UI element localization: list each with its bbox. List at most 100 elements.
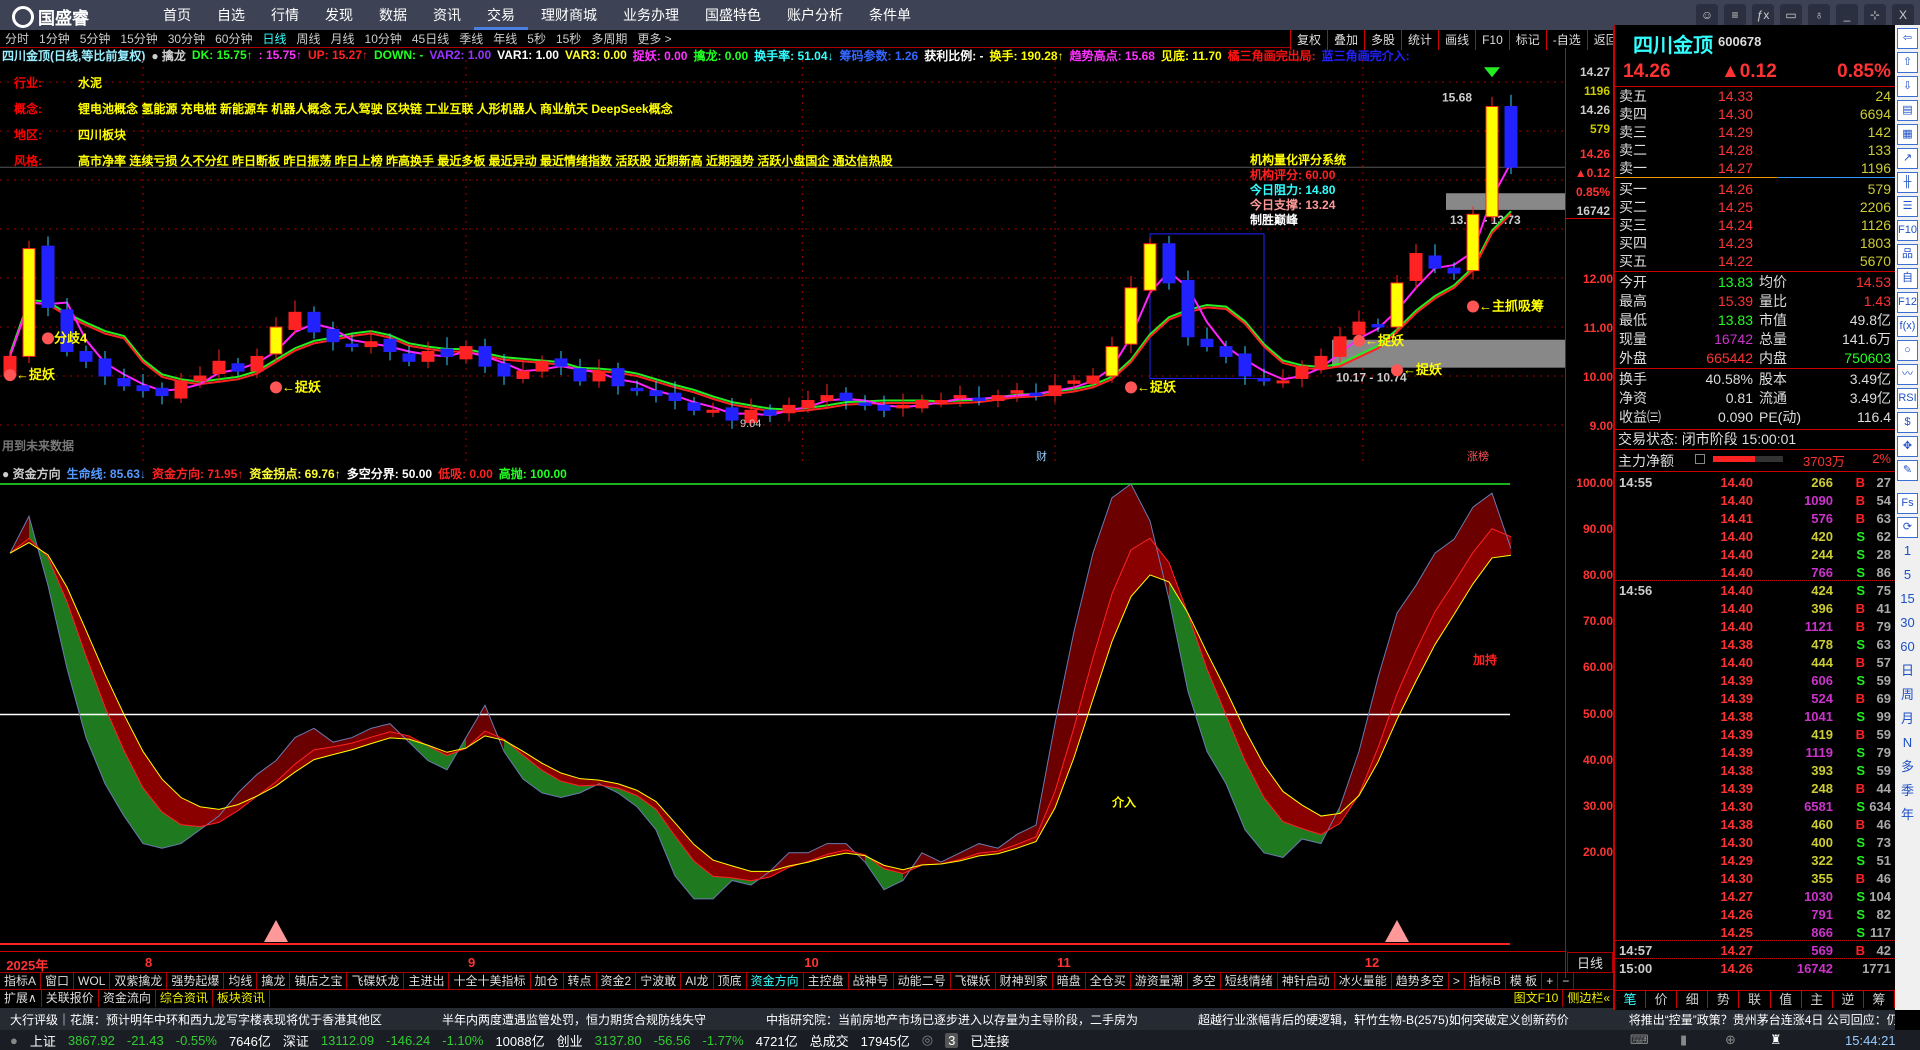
indicator-tab[interactable]: WOL: [74, 973, 111, 989]
nav-item[interactable]: 首页: [150, 0, 204, 30]
sh-label[interactable]: 上证: [30, 1031, 56, 1050]
sidebar-period-button[interactable]: 周: [1897, 685, 1918, 706]
extension-tab[interactable]: 综合资讯: [156, 990, 213, 1007]
ask-row[interactable]: 卖二 14.28 133: [1617, 141, 1893, 159]
nav-item[interactable]: 自选: [204, 0, 258, 30]
indicator-tab[interactable]: 财神到家: [996, 973, 1053, 989]
list-icon[interactable]: [1695, 454, 1705, 464]
indicator-tab[interactable]: 擒龙: [257, 973, 291, 989]
indicator-tab[interactable]: +: [1542, 973, 1559, 989]
extension-tab[interactable]: 关联报价: [42, 990, 99, 1007]
indicator-tab[interactable]: 均线: [224, 973, 258, 989]
chart-icon[interactable]: ▮: [1680, 1032, 1687, 1048]
nav-item[interactable]: 业务办理: [610, 0, 692, 30]
period-tab[interactable]: 45日线: [407, 30, 454, 47]
indicator-tab[interactable]: 指标B: [1465, 973, 1506, 989]
extension-tab[interactable]: 图文F10: [1510, 990, 1564, 1007]
indicator-tab[interactable]: −: [1558, 973, 1575, 989]
sidebar-period-button[interactable]: 年: [1897, 805, 1918, 826]
robot-icon[interactable]: ♜: [1770, 1032, 1782, 1048]
connection-status[interactable]: 已连接: [970, 1031, 1009, 1050]
bid-row[interactable]: 买三 14.24 1126: [1617, 216, 1893, 234]
period-tab[interactable]: 日线: [257, 30, 291, 47]
keyboard-icon[interactable]: ⌨: [1630, 1032, 1649, 1048]
indicator-tab[interactable]: 资金2: [597, 973, 637, 989]
indicator-tab[interactable]: 加仓: [531, 973, 564, 989]
sidebar-period-button[interactable]: Fs: [1897, 493, 1918, 514]
indicator-tab[interactable]: 动能二号: [894, 973, 951, 989]
indicator-tab[interactable]: 强势起爆: [167, 973, 225, 989]
sidebar-tool-icon[interactable]: ✎: [1897, 460, 1918, 481]
indicator-tab[interactable]: 趋势多空: [1392, 973, 1449, 989]
bid-row[interactable]: 买四 14.23 1803: [1617, 234, 1893, 252]
nav-item[interactable]: 数据: [366, 0, 420, 30]
sidebar-period-button[interactable]: 日: [1897, 661, 1918, 682]
sidebar-tool-icon[interactable]: 自: [1897, 268, 1918, 289]
period-tab[interactable]: 1分钟: [34, 30, 75, 47]
ask-row[interactable]: 卖一 14.27 1196: [1617, 159, 1893, 177]
indicator-tab[interactable]: 十全十美指标: [449, 973, 531, 989]
tick-tab[interactable]: 势: [1708, 991, 1740, 1008]
indicator-tab[interactable]: 顶底: [714, 973, 747, 989]
sidebar-tool-icon[interactable]: ○: [1897, 340, 1918, 361]
indicator-tab[interactable]: 暗盘: [1053, 973, 1086, 989]
nav-item[interactable]: 行情: [258, 0, 312, 30]
bid-row[interactable]: 买一 14.26 579: [1617, 180, 1893, 198]
sidebar-period-button[interactable]: 15: [1897, 589, 1918, 610]
tick-tab[interactable]: 主: [1802, 991, 1833, 1008]
sidebar-tool-icon[interactable]: ▦: [1897, 124, 1918, 145]
sidebar-tool-icon[interactable]: ╫: [1897, 172, 1918, 193]
period-tab[interactable]: 月线: [326, 30, 360, 47]
indicator-tab[interactable]: 主控盘: [804, 973, 849, 989]
close-icon[interactable]: X: [1892, 4, 1914, 26]
toolbar-button[interactable]: 画线: [1438, 30, 1476, 50]
indicator-tab[interactable]: 冰火量能: [1335, 973, 1392, 989]
sidebar-period-button[interactable]: 月: [1897, 709, 1918, 730]
indicator-tab[interactable]: 全仓买: [1086, 973, 1131, 989]
period-tab[interactable]: 10分钟: [360, 30, 407, 47]
tick-tab[interactable]: 值: [1771, 991, 1802, 1008]
period-tab[interactable]: 15秒: [551, 30, 586, 47]
toolbar-button[interactable]: 标记: [1508, 30, 1546, 50]
sidebar-tool-icon[interactable]: F12: [1897, 292, 1918, 313]
sidebar-period-button[interactable]: 60: [1897, 637, 1918, 658]
news-item[interactable]: 中指研究院：当前房地产市场已逐步进入以存量为主导阶段，二手房为: [766, 1011, 1138, 1028]
bid-row[interactable]: 买二 14.25 2206: [1617, 198, 1893, 216]
indicator-tab[interactable]: AI龙: [681, 973, 714, 989]
refresh-icon[interactable]: ◎: [922, 1032, 933, 1048]
nav-item[interactable]: 发现: [312, 0, 366, 30]
indicator-tab[interactable]: 游资量潮: [1131, 973, 1188, 989]
indicator-tab[interactable]: 战神号: [849, 973, 894, 989]
indicator-tab[interactable]: 双紫擒龙: [110, 973, 168, 989]
sidebar-tool-icon[interactable]: f(x): [1897, 316, 1918, 337]
extension-tab[interactable]: 资金流向: [99, 990, 156, 1007]
minimize-icon[interactable]: _: [1836, 4, 1858, 26]
period-tab[interactable]: 5秒: [522, 30, 551, 47]
news-item[interactable]: 将推出“控量”政策？贵州茅台连涨4日 公司回应：仍在研究中: [1629, 1011, 1895, 1028]
message-icon[interactable]: ☺: [1696, 4, 1718, 26]
sidebar-tool-icon[interactable]: ☰: [1897, 196, 1918, 217]
sidebar-tool-icon[interactable]: $: [1897, 412, 1918, 433]
indicator-tab[interactable]: 镇店之宝: [290, 973, 348, 989]
nav-item[interactable]: 条件单: [856, 0, 924, 30]
indicator-tab[interactable]: 转点: [564, 973, 597, 989]
tick-tab[interactable]: 细: [1677, 991, 1709, 1008]
indicator-tab[interactable]: 神针启动: [1278, 973, 1335, 989]
sidebar-tool-icon[interactable]: ⇧: [1897, 52, 1918, 73]
fund-direction-chart[interactable]: 介入 加持: [0, 480, 1565, 950]
sidebar-tool-icon[interactable]: ↗: [1897, 148, 1918, 169]
ask-row[interactable]: 卖三 14.29 142: [1617, 123, 1893, 141]
nav-item[interactable]: 理财商城: [528, 0, 610, 30]
period-tab[interactable]: 15分钟: [115, 30, 162, 47]
sidebar-period-button[interactable]: ⟳: [1897, 517, 1918, 538]
indicator-tab[interactable]: 窗口: [41, 973, 75, 989]
indicator-tab[interactable]: 飞碟妖龙: [347, 973, 405, 989]
news-item[interactable]: 超越行业涨幅背后的硬逻辑，轩竹生物-B(2575)如何突破定义创新药价: [1198, 1011, 1569, 1028]
period-tab[interactable]: 5分钟: [75, 30, 116, 47]
news-item[interactable]: 半年内两度遭遇监管处罚，恒力期货合规防线失守: [442, 1011, 706, 1028]
indicator-tab[interactable]: >: [1449, 973, 1465, 989]
nav-item[interactable]: 交易: [474, 0, 528, 30]
skin-icon[interactable]: ♁: [1808, 4, 1830, 26]
sidebar-period-button[interactable]: N: [1897, 733, 1918, 754]
sidebar-tool-icon[interactable]: 品: [1897, 244, 1918, 265]
